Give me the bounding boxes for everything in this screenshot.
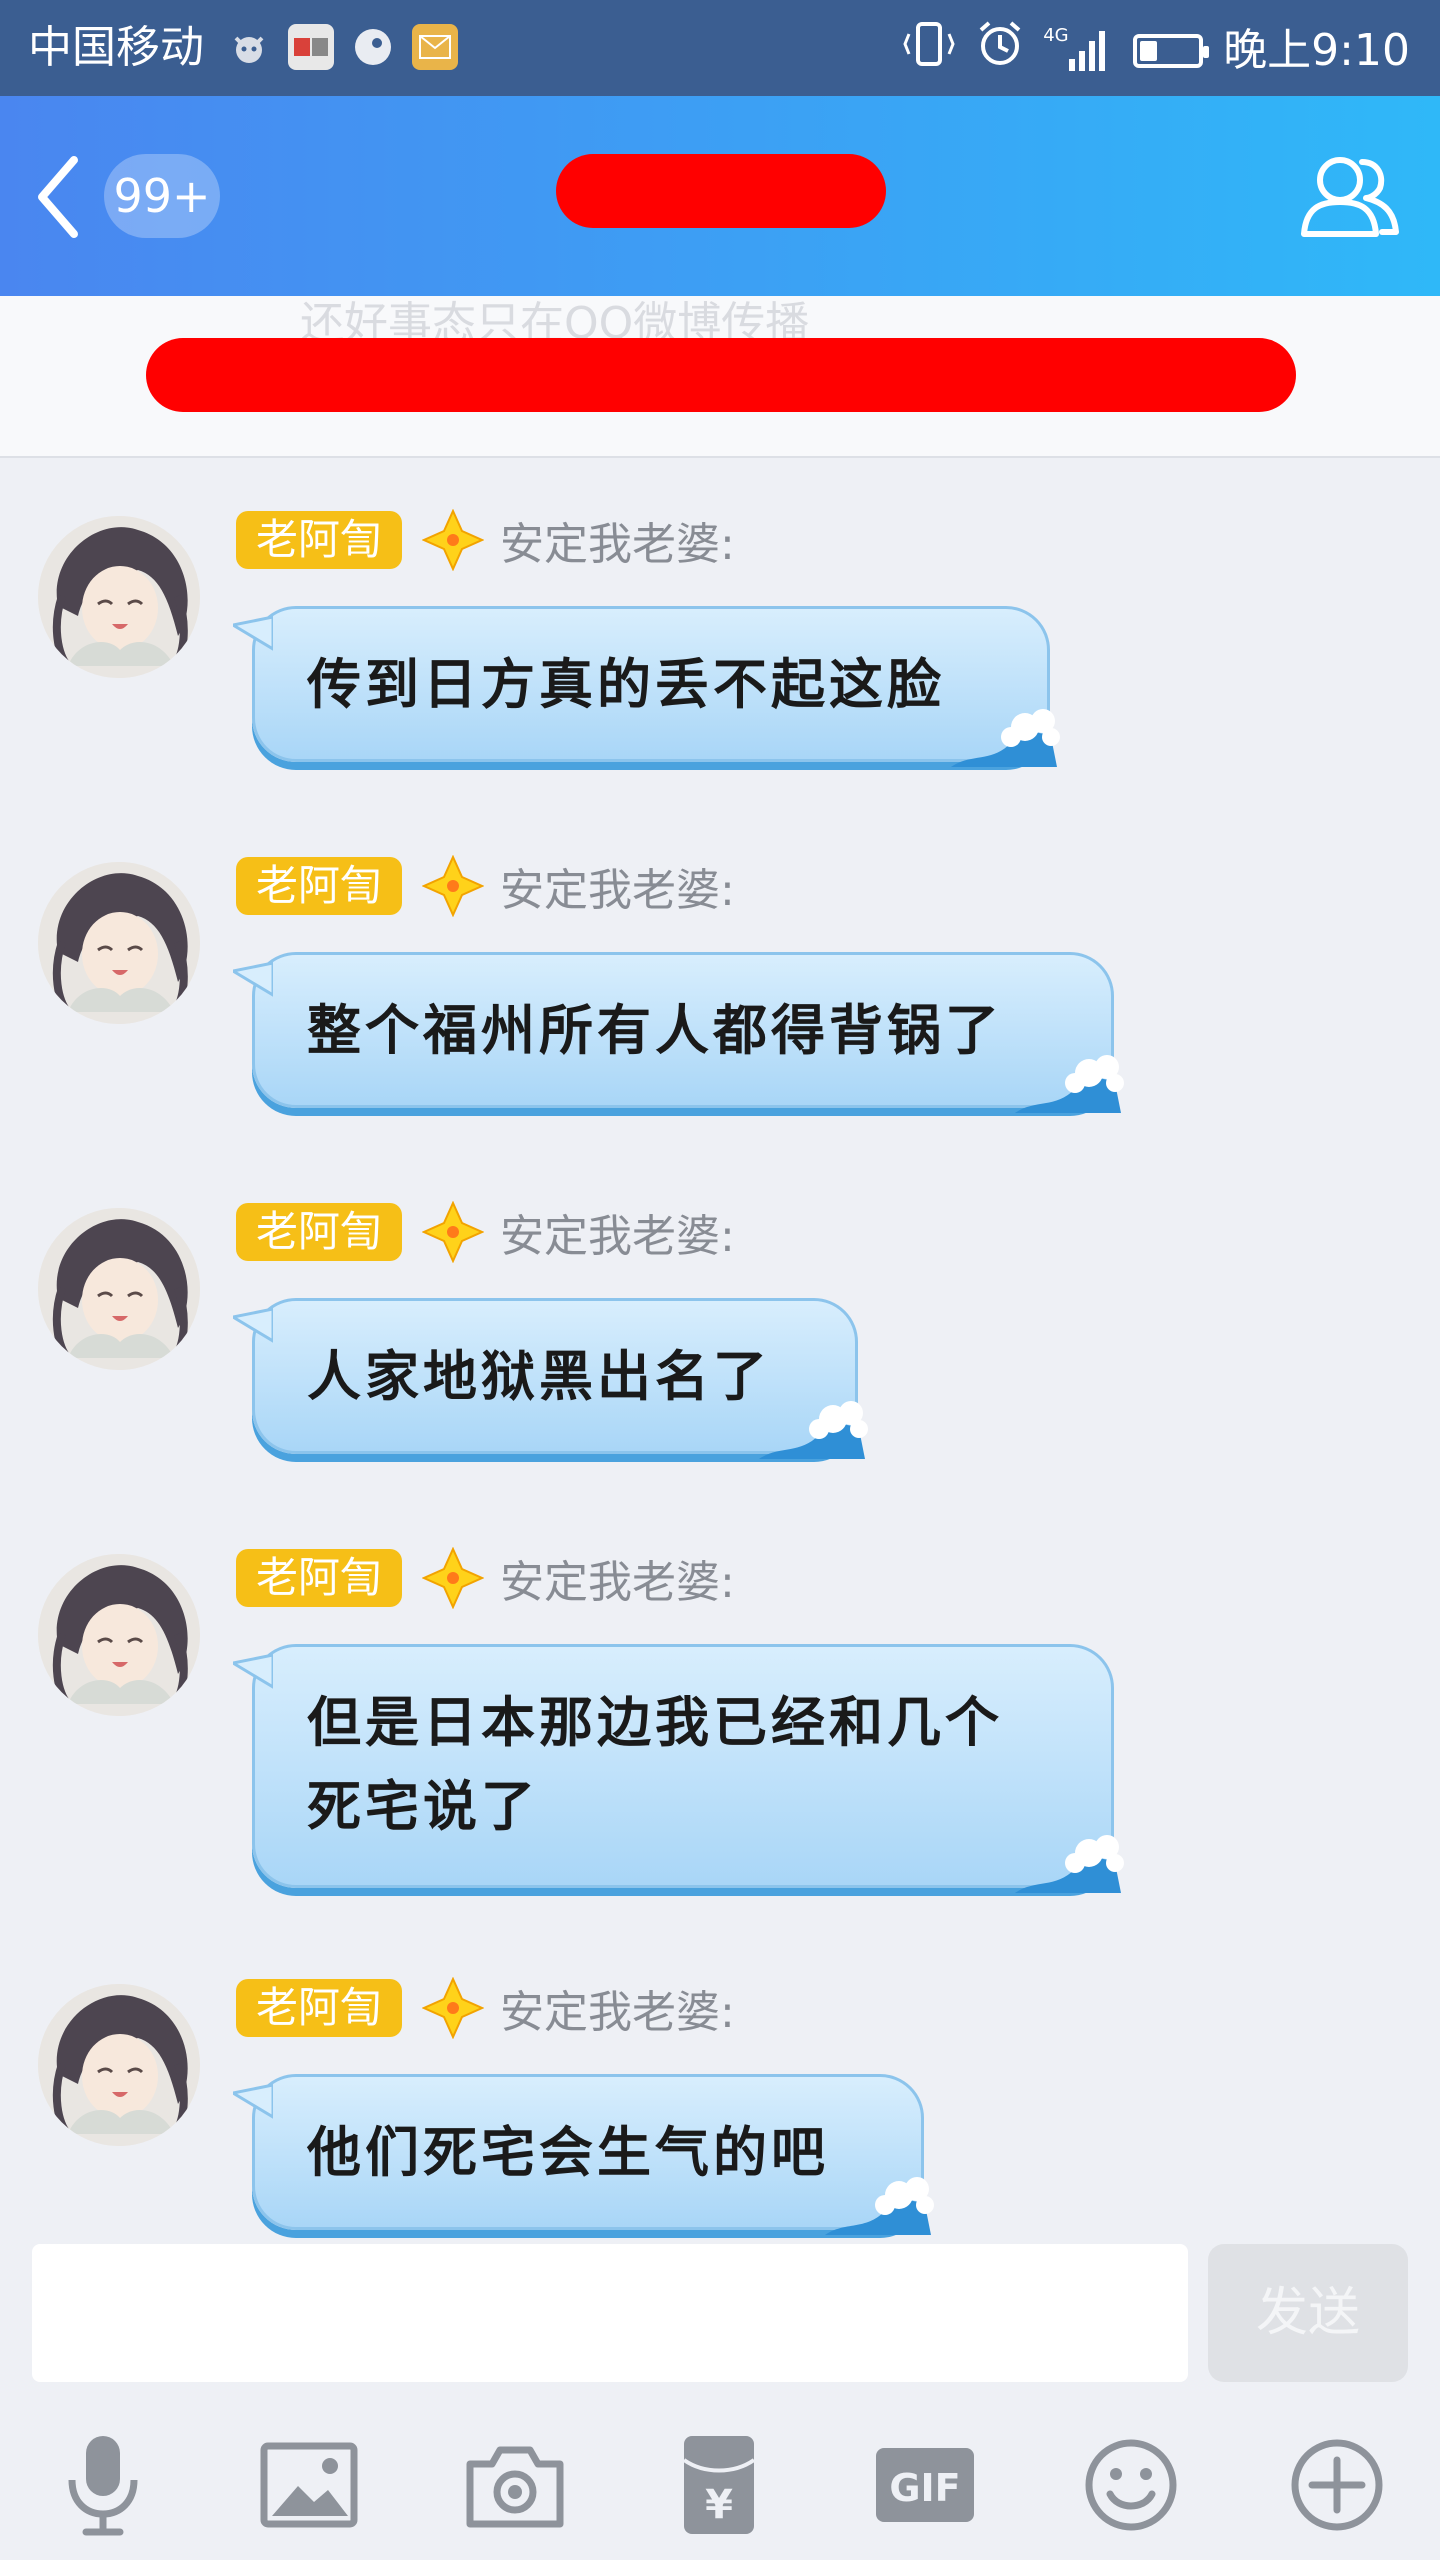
message-item: 老阿訇 安定我老婆: 但是日本那边我已经和几个死宅说了 (0, 1496, 1440, 1916)
message-bubble[interactable]: 传到日方真的丢不起这脸 (233, 606, 1060, 767)
notification-icons (226, 24, 458, 70)
message-text: 但是日本那边我已经和几个死宅说了 (307, 1691, 1003, 1838)
image-icon[interactable] (254, 2430, 364, 2540)
unread-badge[interactable]: 99+ (104, 154, 220, 238)
news-notification-icon (288, 24, 334, 70)
input-toolbar: ¥ GIF (0, 2400, 1440, 2560)
message-bubble[interactable]: 但是日本那边我已经和几个死宅说了 (233, 1644, 1124, 1893)
star-badge-icon (422, 1547, 485, 1609)
wave-decoration-icon (1015, 1055, 1124, 1113)
group-profile-icon[interactable] (1296, 146, 1406, 246)
notice-redacted (146, 338, 1296, 412)
camera-icon[interactable] (460, 2430, 570, 2540)
plus-icon[interactable] (1282, 2430, 1392, 2540)
sender-nickname: 安定我老婆: (500, 865, 735, 916)
sender-line: 老阿訇 安定我老婆: (236, 509, 735, 571)
microphone-icon[interactable] (48, 2430, 158, 2540)
group-notice-banner[interactable]: 还好事态只在QQ微博传播 (0, 296, 1440, 458)
star-badge-icon (422, 1977, 485, 2039)
mail-notification-icon (412, 24, 458, 70)
wave-decoration-icon (825, 2177, 934, 2235)
message-item: 老阿訇 安定我老婆: 整个福州所有人都得背锅了 (0, 804, 1440, 1134)
message-input[interactable] (32, 2244, 1188, 2382)
sender-line: 老阿訇 安定我老婆: (236, 1201, 735, 1263)
member-title-tag: 老阿訇 (236, 1549, 403, 1607)
sender-nickname: 安定我老婆: (500, 1987, 735, 2038)
composer: 发送 (0, 2238, 1440, 2398)
red-packet-icon[interactable]: ¥ (664, 2430, 774, 2540)
chat-notification-icon (350, 24, 396, 70)
message-bubble[interactable]: 整个福州所有人都得背锅了 (233, 952, 1124, 1113)
message-text: 传到日方真的丢不起这脸 (307, 653, 945, 716)
gif-icon[interactable]: GIF (870, 2430, 980, 2540)
star-badge-icon (422, 855, 485, 917)
wave-decoration-icon (951, 709, 1060, 767)
member-title-tag: 老阿訇 (236, 1979, 403, 2037)
member-title-tag: 老阿訇 (236, 511, 403, 569)
star-badge-icon (422, 509, 485, 571)
chat-header: 99+ (0, 96, 1440, 296)
game-notification-icon (226, 24, 272, 70)
avatar[interactable] (38, 1554, 200, 1716)
sender-line: 老阿訇 安定我老婆: (236, 1547, 735, 1609)
clock: 晚上9:10 (1223, 25, 1410, 76)
message-item: 老阿訇 安定我老婆: 传到日方真的丢不起这脸 (0, 458, 1440, 788)
sender-line: 老阿訇 安定我老婆: (236, 1977, 735, 2039)
sender-nickname: 安定我老婆: (500, 1211, 735, 1262)
avatar[interactable] (38, 1208, 200, 1370)
carrier-name: 中国移动 (28, 22, 204, 73)
sender-nickname: 安定我老婆: (500, 1557, 735, 1608)
message-text: 整个福州所有人都得背锅了 (307, 999, 1003, 1062)
message-item: 老阿訇 安定我老婆: 人家地狱黑出名了 (0, 1150, 1440, 1480)
message-bubble[interactable]: 人家地狱黑出名了 (233, 1298, 868, 1459)
alarm-icon (977, 20, 1023, 82)
vibrate-icon (901, 20, 957, 82)
message-text: 人家地狱黑出名了 (307, 1345, 771, 1408)
network-type: 4G (1043, 25, 1069, 46)
bubble-tail-icon (233, 1653, 273, 1689)
member-title-tag: 老阿訇 (236, 857, 403, 915)
wave-decoration-icon (759, 1401, 868, 1459)
sender-line: 老阿訇 安定我老婆: (236, 855, 735, 917)
red-packet-symbol: ¥ (705, 2482, 733, 2528)
signal-icon: 4G (1043, 27, 1113, 75)
sender-nickname: 安定我老婆: (500, 519, 735, 570)
message-list[interactable]: 老阿訇 安定我老婆: 传到日方真的丢不起这脸 老阿訇 安定我老婆: 整个福州所有… (0, 458, 1440, 2238)
bubble-tail-icon (233, 615, 273, 651)
message-bubble[interactable]: 他们死宅会生气的吧 (233, 2074, 934, 2235)
bubble-tail-icon (233, 961, 273, 997)
gif-label: GIF (889, 2466, 960, 2510)
wave-decoration-icon (1015, 1835, 1124, 1893)
bubble-tail-icon (233, 1307, 273, 1343)
message-text: 他们死宅会生气的吧 (307, 2121, 829, 2184)
avatar[interactable] (38, 1984, 200, 2146)
avatar[interactable] (38, 862, 200, 1024)
group-title-redacted (556, 154, 886, 228)
avatar[interactable] (38, 516, 200, 678)
battery-icon (1133, 34, 1210, 68)
system-indicators: 4G 晚上9:10 (901, 20, 1410, 82)
star-badge-icon (422, 1201, 485, 1263)
bubble-tail-icon (233, 2083, 273, 2119)
emoji-icon[interactable] (1076, 2430, 1186, 2540)
status-bar: 中国移动 4G 晚上9:10 (0, 0, 1440, 96)
message-item: 老阿訇 安定我老婆: 他们死宅会生气的吧 (0, 1926, 1440, 2256)
send-button[interactable]: 发送 (1208, 2244, 1408, 2382)
member-title-tag: 老阿訇 (236, 1203, 403, 1261)
